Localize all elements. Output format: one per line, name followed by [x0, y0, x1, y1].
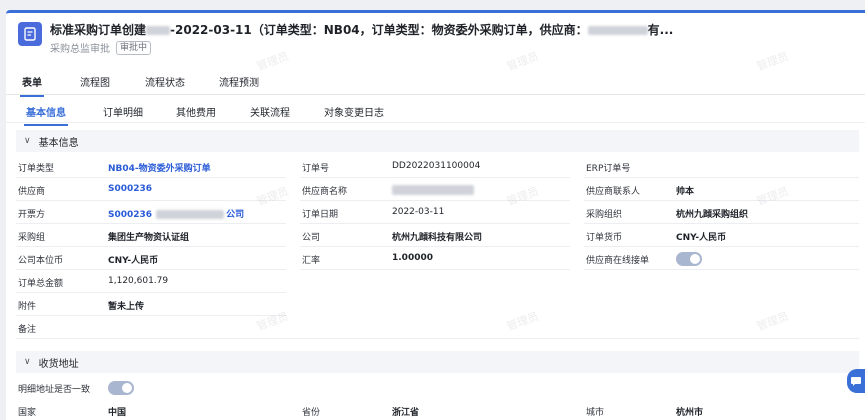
form-row: 订单总金额 1,120,601.79: [16, 271, 859, 293]
form-row: 供应商 S000236 供应商名称 供应商联系人 帅本: [16, 179, 859, 201]
approval-window: 标准采购订单创建 -2022-03-11（订单类型：NB04，订单类型：物资委外采…: [6, 10, 865, 420]
field-erp-no: ERP订单号: [584, 156, 859, 178]
field-remark: 备注: [16, 317, 859, 339]
field-order-date: 订单日期 2022-03-11: [300, 202, 570, 224]
tab-flow-forecast[interactable]: 流程预测: [219, 74, 259, 89]
form-row: 公司本位币 CNY-人民币 汇率 1.00000 供应商在线接单: [16, 248, 859, 270]
field-country: 国家 中国: [16, 400, 286, 420]
redacted-text: [146, 26, 171, 35]
online-accept-toggle[interactable]: [676, 252, 702, 266]
field-supplier-name: 供应商名称: [300, 179, 570, 201]
redacted-text: [156, 210, 225, 219]
chat-icon: [850, 372, 862, 391]
field-local-currency: 公司本位币 CNY-人民币: [16, 248, 286, 270]
page-header: 标准采购订单创建 -2022-03-11（订单类型：NB04，订单类型：物资委外采…: [6, 13, 865, 65]
field-province: 省份 浙江省: [300, 400, 570, 420]
form-row: 采购组 集团生产物资认证组 公司 杭州九蹞科技有限公司 订单货币 CNY-人民币: [16, 225, 859, 247]
form-row: 订单类型 NB04-物资委外采购订单 订单号 DD2022031100004 E…: [16, 156, 859, 178]
field-company: 公司 杭州九蹞科技有限公司: [300, 225, 570, 247]
field-purchase-org: 采购组织 杭州九蹞采购组织: [584, 202, 859, 224]
section-basic-info[interactable]: ∨ 基本信息: [16, 130, 859, 152]
field-purchase-group: 采购组 集团生产物资认证组: [16, 225, 286, 247]
field-city: 城市 杭州市: [584, 400, 859, 420]
field-detail-same: 明细地址是否一致: [16, 377, 286, 399]
field-supplier: 供应商 S000236: [16, 179, 286, 201]
document-icon: [18, 22, 42, 46]
status-badge: 审批中: [116, 40, 152, 55]
field-order-type: 订单类型 NB04-物资委外采购订单: [16, 156, 286, 178]
section-shipping-address[interactable]: ∨ 收货地址: [16, 351, 859, 373]
chevron-down-icon: ∨: [24, 136, 31, 146]
sub-tabs: 基本信息 订单明细 其他费用 关联流程 对象变更日志: [6, 99, 865, 126]
tab-flowchart[interactable]: 流程图: [80, 74, 110, 89]
field-order-currency: 订单货币 CNY-人民币: [584, 225, 859, 247]
field-exchange-rate: 汇率 1.00000: [300, 248, 570, 270]
field-attachment: 附件 暂未上传: [16, 294, 286, 316]
subtab-change-log[interactable]: 对象变更日志: [324, 104, 384, 119]
field-order-no: 订单号 DD2022031100004: [300, 156, 570, 178]
chat-float-button[interactable]: [847, 369, 865, 393]
approval-node: 采购总监审批 审批中: [50, 40, 152, 55]
subtab-related-flows[interactable]: 关联流程: [250, 104, 290, 119]
form-row: 开票方 S000236 公司 订单日期 2022-03-11 采购组织 杭州九蹞采…: [16, 202, 859, 224]
tab-flow-status[interactable]: 流程状态: [145, 74, 185, 89]
subtab-basic-info[interactable]: 基本信息: [24, 104, 68, 126]
subtab-order-details[interactable]: 订单明细: [103, 104, 143, 119]
form-row: 国家 中国 省份 浙江省 城市 杭州市: [16, 400, 859, 420]
redacted-text: [587, 26, 648, 35]
detail-same-toggle[interactable]: [108, 381, 134, 395]
form-row: 明细地址是否一致: [16, 377, 859, 399]
tab-form[interactable]: 表单: [20, 74, 44, 97]
subtab-other-fees[interactable]: 其他费用: [176, 104, 216, 119]
form-row: 备注: [16, 317, 859, 339]
field-total-amount: 订单总金额 1,120,601.79: [16, 271, 286, 293]
field-invoicer: 开票方 S000236 公司: [16, 202, 286, 224]
form-row: 附件 暂未上传: [16, 294, 859, 316]
field-online-accept: 供应商在线接单: [584, 248, 859, 270]
chevron-down-icon: ∨: [24, 357, 31, 367]
redacted-text: [392, 185, 474, 195]
page-title: 标准采购订单创建 -2022-03-11（订单类型：NB04，订单类型：物资委外采…: [50, 23, 674, 37]
field-supplier-contact: 供应商联系人 帅本: [584, 179, 859, 201]
main-tabs: 表单 流程图 流程状态 流程预测: [6, 69, 865, 97]
